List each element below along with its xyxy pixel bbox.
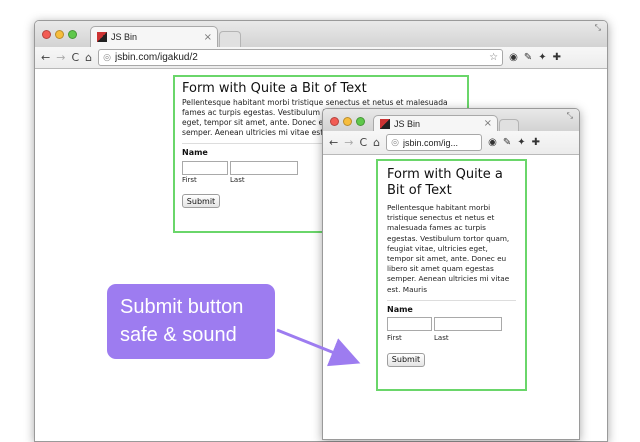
annotation-arrow <box>276 328 361 367</box>
